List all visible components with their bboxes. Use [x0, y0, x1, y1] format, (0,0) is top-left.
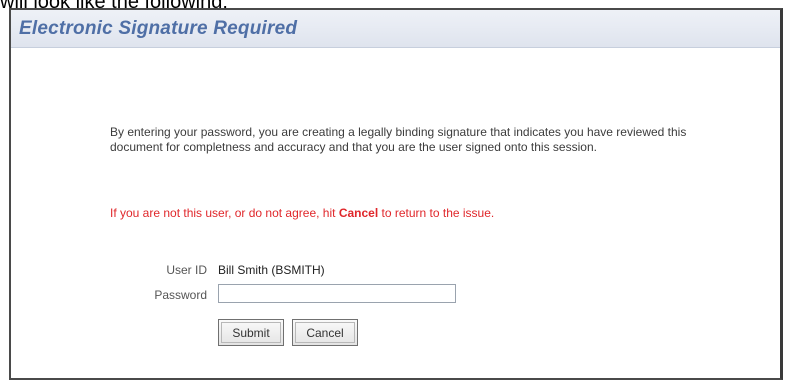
warning-text-after: to return to the issue.	[378, 206, 495, 220]
warning-message: If you are not this user, or do not agre…	[110, 206, 494, 220]
signature-message: By entering your password, you are creat…	[110, 125, 687, 154]
password-label: Password	[154, 288, 207, 302]
user-id-label: User ID	[166, 263, 207, 277]
warning-cancel-emphasis: Cancel	[338, 206, 379, 220]
cancel-button[interactable]: Cancel	[292, 319, 358, 346]
dialog-title: Electronic Signature Required	[19, 18, 298, 39]
warning-text-before: If you are not this user, or do not agre…	[110, 206, 339, 220]
user-id-value: Bill Smith (BSMITH)	[218, 263, 325, 277]
dialog-header: Electronic Signature Required	[11, 10, 780, 48]
signature-dialog: Electronic Signature Required By enterin…	[9, 8, 783, 380]
password-input[interactable]	[218, 284, 456, 303]
submit-button[interactable]: Submit	[218, 319, 284, 346]
